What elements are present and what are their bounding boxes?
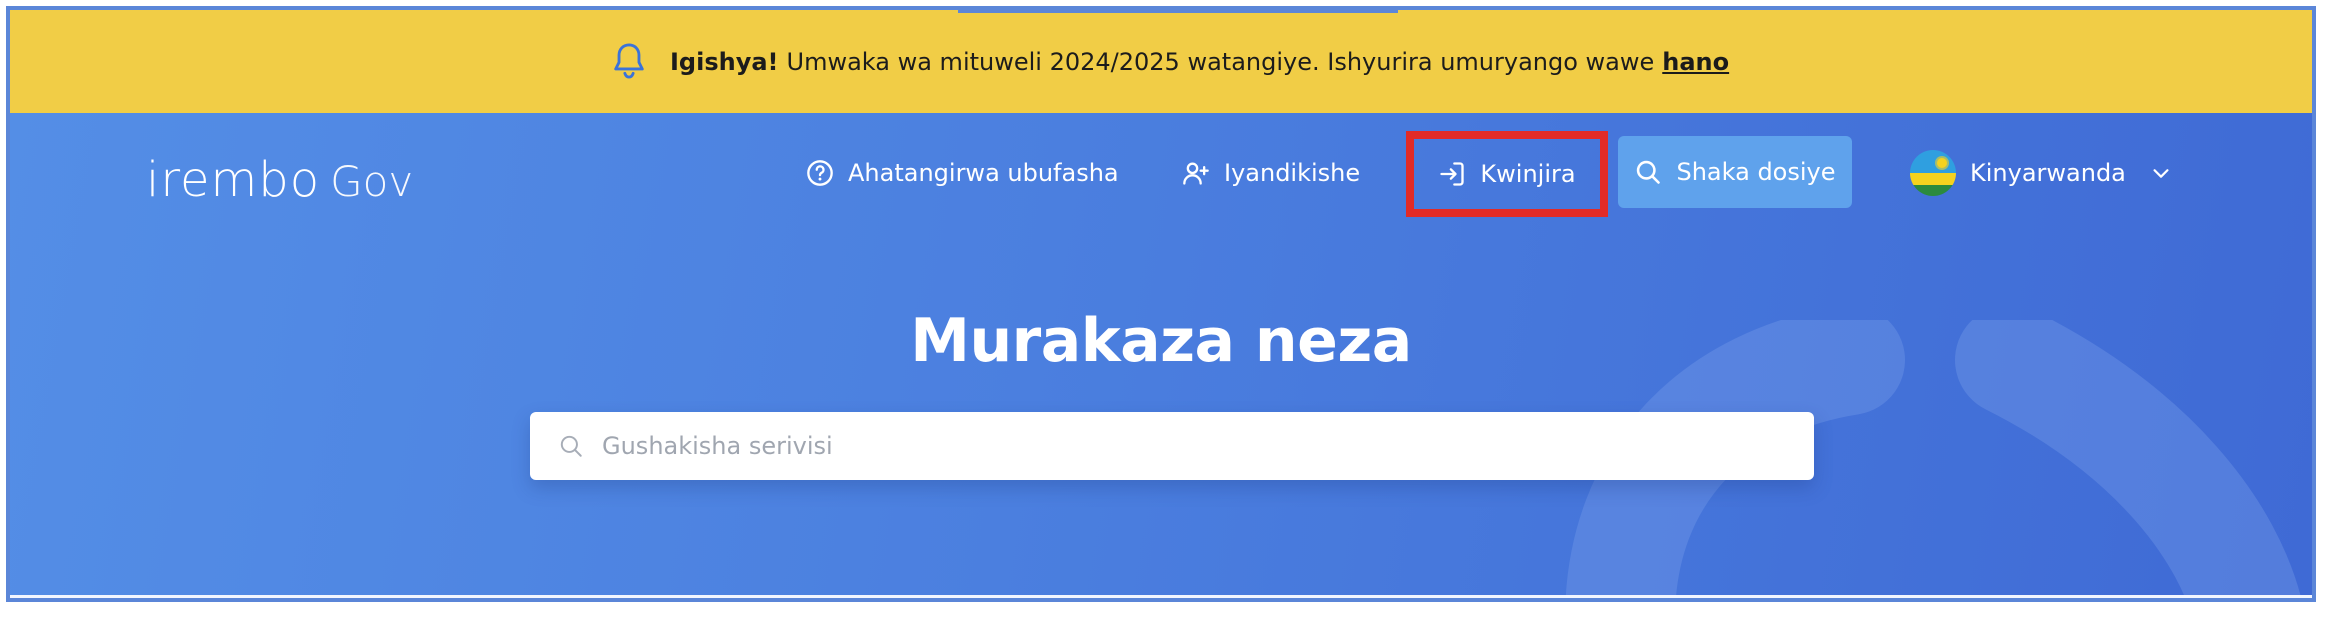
search-file-button[interactable]: Shaka dosiye <box>1618 136 1852 208</box>
announcement-banner: Igishya! Umwaka wa mituweli 2024/2025 wa… <box>10 10 2312 113</box>
rwanda-flag-icon <box>1910 150 1956 196</box>
nav-register-label: Iyandikishe <box>1224 159 1361 187</box>
logo-suffix: Gov <box>330 157 414 206</box>
announcement-message: Umwaka wa mituweli 2024/2025 watangiye. … <box>786 47 1655 76</box>
service-search-input[interactable] <box>600 431 1784 461</box>
announcement-bold-label: Igishya! <box>670 47 779 76</box>
page-frame: Igishya! Umwaka wa mituweli 2024/2025 wa… <box>6 6 2316 602</box>
announcement-link[interactable]: hano <box>1662 48 1729 76</box>
announcement-content: Igishya! Umwaka wa mituweli 2024/2025 wa… <box>610 10 1729 113</box>
bell-icon <box>614 42 644 78</box>
nav-login-label: Kwinjira <box>1480 160 1576 188</box>
irembo-gov-logo[interactable]: irembo Gov <box>146 152 413 208</box>
search-icon <box>560 435 582 457</box>
nav-help-link[interactable]: Ahatangirwa ubufasha <box>806 136 1119 210</box>
bottom-edge <box>10 595 2312 598</box>
chevron-down-icon <box>2153 169 2169 178</box>
search-icon <box>1637 160 1661 184</box>
logo-brand: irembo <box>146 152 321 208</box>
nav-help-label: Ahatangirwa ubufasha <box>848 159 1119 187</box>
nav-register-link[interactable]: Iyandikishe <box>1182 136 1360 210</box>
login-icon <box>1440 162 1465 186</box>
service-search-box[interactable] <box>530 412 1814 480</box>
search-file-label: Shaka dosiye <box>1676 158 1836 186</box>
language-label: Kinyarwanda <box>1970 159 2126 187</box>
user-plus-icon <box>1183 162 1209 185</box>
language-selector[interactable]: Kinyarwanda <box>1910 136 2174 210</box>
nav-login-button[interactable]: Kwinjira <box>1406 131 1608 217</box>
hero-title: Murakaza neza <box>910 306 1412 376</box>
help-circle-icon <box>807 160 833 186</box>
